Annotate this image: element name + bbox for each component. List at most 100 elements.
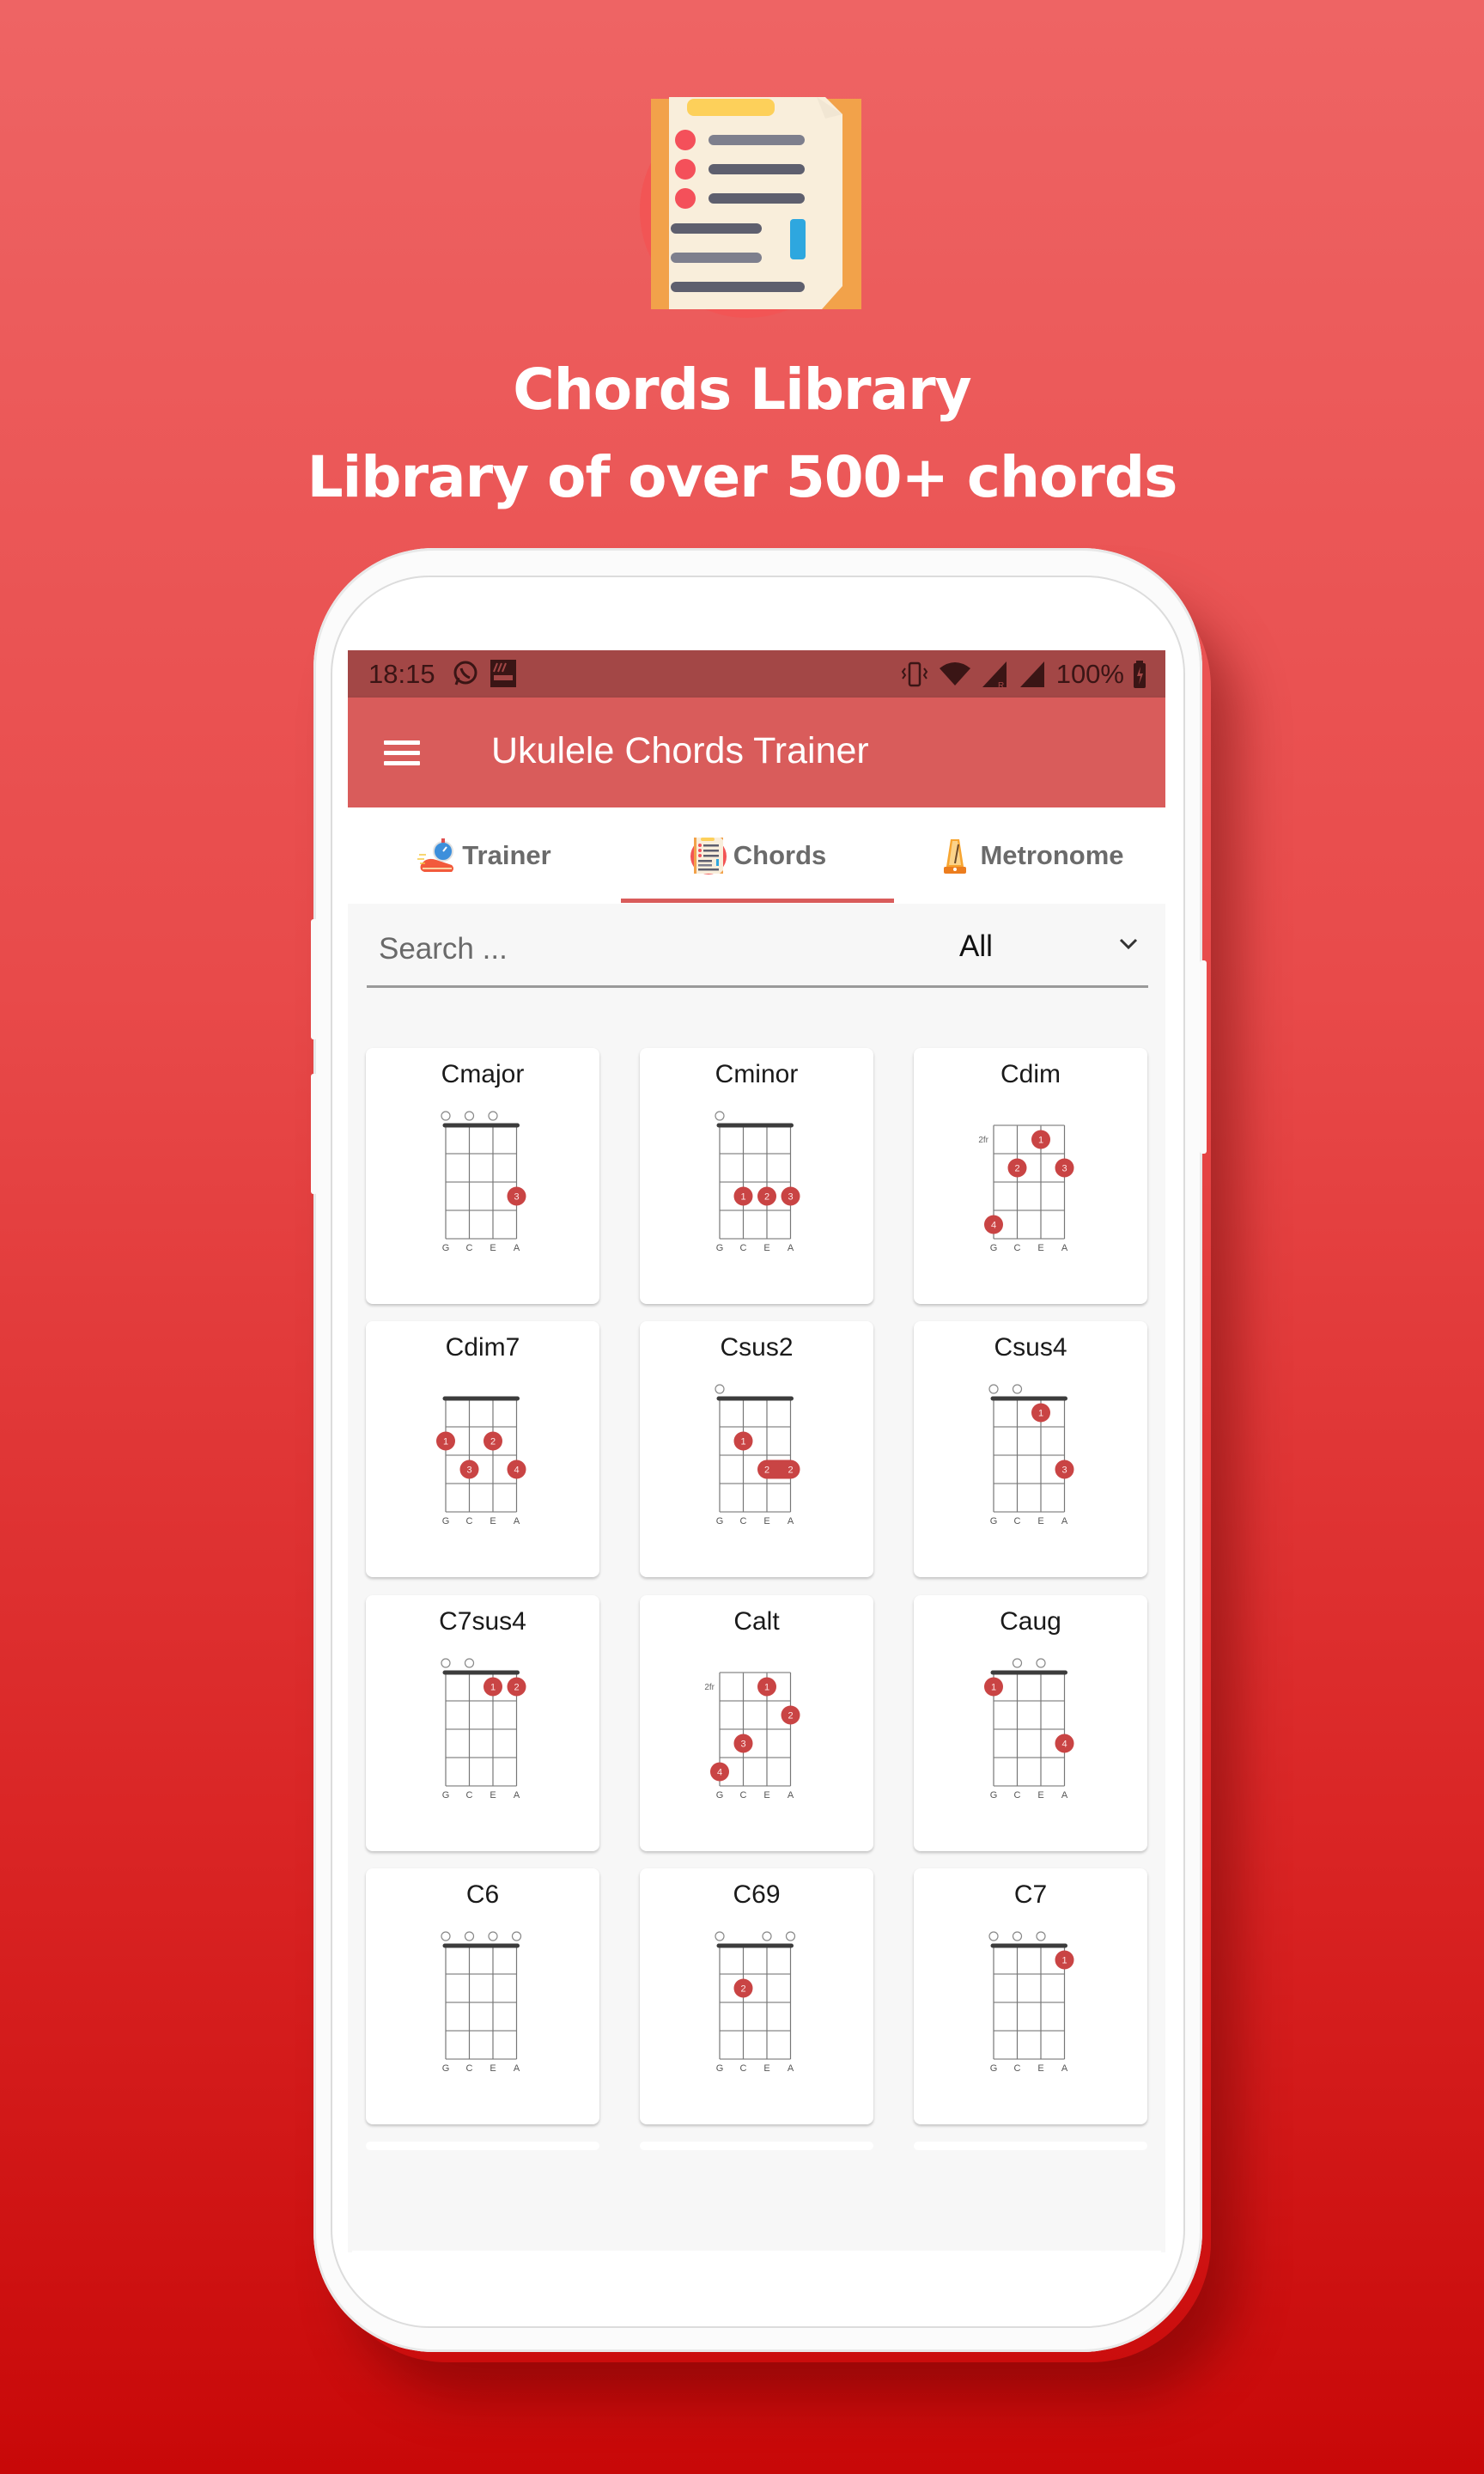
string-name-label: G <box>990 1243 998 1253</box>
chord-card[interactable]: Csus4 1 3 G C E A <box>914 1321 1147 1577</box>
finger-number: 2 <box>764 1192 769 1203</box>
string-name-label: A <box>788 1790 794 1801</box>
finger-number: 1 <box>764 1683 769 1693</box>
open-string-marker <box>464 1111 475 1121</box>
open-string-marker <box>715 1111 725 1121</box>
string-name-label: G <box>716 1243 724 1253</box>
string-name-label: A <box>1061 1516 1068 1526</box>
string-name-label: A <box>1061 1243 1068 1253</box>
app-bar: Ukulele Chords Trainer <box>348 698 1165 807</box>
chord-card[interactable]: Csus2 2 2 1 G C E A <box>640 1321 873 1577</box>
finger-number: 4 <box>1061 1740 1067 1750</box>
chord-filter-dropdown[interactable]: All <box>959 923 1148 974</box>
phone-chin <box>352 2251 1161 2319</box>
string-name-label: G <box>716 2063 724 2074</box>
finger-number: 2 <box>490 1437 496 1447</box>
tab-trainer-label: Trainer <box>462 840 551 870</box>
open-string-marker <box>1012 1384 1023 1394</box>
chord-card[interactable]: Cdim7 1 2 3 4 G C E A <box>366 1321 599 1577</box>
chord-card[interactable]: Cmajor 3 G C E A <box>366 1048 599 1304</box>
app-title: Ukulele Chords Trainer <box>491 730 869 771</box>
string-name-label: A <box>788 1516 794 1526</box>
chord-search-input[interactable] <box>367 923 913 976</box>
open-string-marker <box>464 1931 475 1941</box>
battery-percent: 100% <box>1055 659 1124 689</box>
chord-diagram: 3 G C E A <box>441 1111 526 1253</box>
open-string-marker <box>464 1658 475 1668</box>
chord-card[interactable]: C69 2 G C E A <box>640 1868 873 2124</box>
open-string-marker <box>785 1931 796 1941</box>
finger-number: 1 <box>1038 1409 1043 1419</box>
string-name-label: E <box>763 1243 769 1253</box>
chord-diagram: 1 3 G C E A <box>988 1384 1074 1526</box>
string-name-label: C <box>1014 1243 1021 1253</box>
finger-number: 2 <box>1014 1164 1019 1174</box>
string-name-label: A <box>514 1516 520 1526</box>
finger-number: 1 <box>1038 1136 1043 1146</box>
finger-number: 1 <box>1061 1956 1067 1966</box>
tab-metronome[interactable]: Metronome <box>894 807 1165 904</box>
string-name-label: A <box>1061 1790 1068 1801</box>
chord-card-partial[interactable] <box>366 2142 599 2150</box>
string-name-label: C <box>1014 1790 1021 1801</box>
open-string-marker <box>1012 1931 1023 1941</box>
string-name-label: A <box>514 1790 520 1801</box>
string-name-label: E <box>1037 2063 1043 2074</box>
chord-card[interactable]: Cdim 2fr 1 2 3 4 G C E A <box>914 1048 1147 1304</box>
clipboard-list-icon <box>690 838 727 874</box>
chord-card[interactable]: Caug 1 4 G C E A <box>914 1595 1147 1851</box>
stopwatch-sneaker-icon <box>417 838 454 872</box>
open-string-marker <box>1036 1658 1046 1668</box>
chord-card-partial[interactable] <box>914 2142 1147 2150</box>
search-row: All <box>367 904 1148 988</box>
string-name-label: G <box>442 1516 450 1526</box>
tab-bar: Trainer Chords Metronome <box>348 807 1165 904</box>
chord-diagram: 1 2 3 4 G C E A <box>436 1396 526 1526</box>
finger-number: 2 <box>788 1466 793 1476</box>
string-name-label: G <box>442 1790 450 1801</box>
tab-chords[interactable]: Chords <box>621 807 894 904</box>
open-string-marker <box>488 1931 498 1941</box>
chord-card[interactable]: C6 G C E A <box>366 1868 599 2124</box>
open-string-marker <box>488 1111 498 1121</box>
open-string-marker <box>715 1384 725 1394</box>
string-name-label: C <box>740 1243 747 1253</box>
string-name-label: A <box>1061 2063 1068 2074</box>
active-tab-indicator <box>621 899 894 903</box>
tab-trainer[interactable]: Trainer <box>348 807 621 904</box>
string-name-label: G <box>716 1790 724 1801</box>
chord-card-partial[interactable] <box>640 2142 873 2150</box>
chord-card[interactable]: Cminor 1 2 3 G C E A <box>640 1048 873 1304</box>
string-name-label: C <box>1014 2063 1021 2074</box>
finger-number: 2 <box>788 1711 793 1721</box>
chord-card[interactable]: C7sus4 1 2 G C E A <box>366 1595 599 1851</box>
metronome-icon <box>944 839 967 874</box>
signal-icon <box>1019 661 1044 687</box>
chord-card[interactable]: Calt 2fr 1 2 3 4 G C E A <box>640 1595 873 1851</box>
finger-number: 2 <box>740 1984 745 1995</box>
string-name-label: C <box>740 2063 747 2074</box>
hamburger-menu-icon[interactable] <box>384 740 422 766</box>
string-name-label: G <box>442 1243 450 1253</box>
open-string-marker <box>988 1931 999 1941</box>
string-name-label: E <box>490 1516 496 1526</box>
chord-diagram: GCEA <box>441 1931 522 2074</box>
string-name-label: C <box>466 1243 473 1253</box>
finger-number: 4 <box>991 1221 996 1231</box>
string-name-label: A <box>514 2063 520 2074</box>
string-name-label: C <box>740 1516 747 1526</box>
chord-card[interactable]: C7 1 G C E A <box>914 1868 1147 2124</box>
chord-diagram: 1 2 3 G C E A <box>715 1111 800 1253</box>
string-name-label: E <box>1037 1516 1043 1526</box>
chord-diagram: 2fr 1 2 3 4 G C E A <box>704 1672 800 1801</box>
string-name-label: C <box>466 2063 473 2074</box>
finger-number: 4 <box>514 1466 519 1476</box>
chord-diagram: 2fr 1 2 3 4 G C E A <box>978 1124 1074 1253</box>
status-time: 18:15 <box>368 659 435 689</box>
chords-library-hero-icon <box>640 97 861 318</box>
finger-number: 1 <box>490 1683 496 1693</box>
battery-charging-icon <box>1134 661 1146 688</box>
open-string-marker <box>762 1931 772 1941</box>
chord-diagram: 2 G C E A <box>715 1931 796 2074</box>
signal-roaming-icon: R <box>982 661 1007 689</box>
